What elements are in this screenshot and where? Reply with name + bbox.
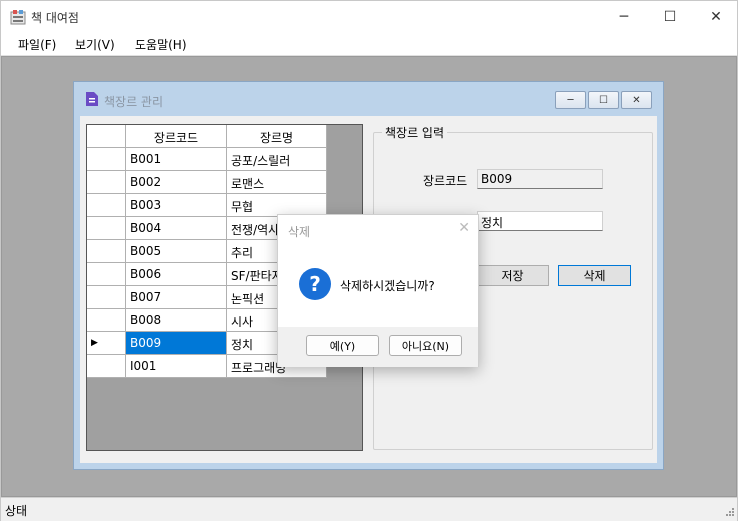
row-header-cell[interactable] bbox=[87, 171, 126, 194]
maximize-icon: ☐ bbox=[663, 8, 677, 25]
close-button[interactable]: ✕ bbox=[693, 1, 738, 32]
row-header-cell[interactable] bbox=[87, 194, 126, 217]
status-text: 상태 bbox=[5, 504, 28, 518]
cell-code[interactable]: B008 bbox=[126, 309, 227, 332]
yes-button[interactable]: 예(Y) bbox=[306, 335, 379, 356]
column-header-code[interactable]: 장르코드 bbox=[126, 125, 227, 148]
row-header-cell[interactable] bbox=[87, 355, 126, 378]
menu-help[interactable]: 도움말(H) bbox=[135, 36, 187, 53]
restore-icon: ☐ bbox=[599, 94, 608, 106]
code-field[interactable]: B009 bbox=[477, 169, 603, 189]
row-header-cell[interactable]: ▶ bbox=[87, 332, 126, 355]
row-header-cell[interactable] bbox=[87, 286, 126, 309]
child-window-title: 책장르 관리 bbox=[104, 95, 164, 109]
dialog-close-icon[interactable]: ✕ bbox=[458, 220, 470, 236]
question-icon: ? bbox=[299, 268, 331, 300]
cell-code[interactable]: B009 bbox=[126, 332, 227, 355]
cell-code[interactable]: I001 bbox=[126, 355, 227, 378]
child-restore-button[interactable]: ☐ bbox=[588, 91, 619, 109]
maximize-button[interactable]: ☐ bbox=[647, 1, 693, 32]
cell-code[interactable]: B002 bbox=[126, 171, 227, 194]
cell-code[interactable]: B001 bbox=[126, 148, 227, 171]
dialog-title: 삭제 bbox=[288, 225, 311, 239]
menu-view[interactable]: 보기(V) bbox=[75, 36, 115, 53]
dialog-message: 삭제하시겠습니까? bbox=[340, 279, 435, 293]
save-button[interactable]: 저장 bbox=[476, 265, 549, 286]
minimize-icon: ─ bbox=[619, 8, 629, 25]
cell-code[interactable]: B006 bbox=[126, 263, 227, 286]
close-icon: ✕ bbox=[710, 8, 722, 25]
cell-name[interactable]: 로맨스 bbox=[227, 171, 327, 194]
minimize-icon: ─ bbox=[567, 94, 574, 106]
no-button[interactable]: 아니요(N) bbox=[389, 335, 462, 356]
row-header-cell[interactable] bbox=[87, 309, 126, 332]
code-label: 장르코드 bbox=[423, 174, 468, 188]
cell-code[interactable]: B005 bbox=[126, 240, 227, 263]
cell-code[interactable]: B007 bbox=[126, 286, 227, 309]
row-header-cell[interactable] bbox=[87, 148, 126, 171]
column-header-name[interactable]: 장르명 bbox=[227, 125, 327, 148]
name-field[interactable]: 정치 bbox=[477, 211, 603, 231]
row-header-cell[interactable] bbox=[87, 263, 126, 286]
cell-code[interactable]: B004 bbox=[126, 217, 227, 240]
minimize-button[interactable]: ─ bbox=[601, 1, 647, 32]
dialog-footer: 예(Y) 아니요(N) bbox=[278, 327, 478, 367]
group-title: 책장르 입력 bbox=[382, 124, 448, 141]
menu-bar: 파일(F) 보기(V) 도움말(H) bbox=[1, 32, 737, 56]
cell-code[interactable]: B003 bbox=[126, 194, 227, 217]
menu-file[interactable]: 파일(F) bbox=[18, 36, 56, 53]
cell-name[interactable]: 공포/스릴러 bbox=[227, 148, 327, 171]
status-bar: 상태 bbox=[1, 497, 737, 521]
grid-corner-cell[interactable] bbox=[87, 125, 126, 148]
child-minimize-button[interactable]: ─ bbox=[555, 91, 586, 109]
delete-button[interactable]: 삭제 bbox=[558, 265, 631, 286]
window-title: 책 대여점 bbox=[31, 11, 79, 25]
title-bar: 책 대여점 ─ ☐ ✕ bbox=[1, 1, 737, 32]
confirm-dialog: 삭제 ✕ ? 삭제하시겠습니까? 예(Y) 아니요(N) bbox=[277, 214, 479, 367]
resize-grip-icon[interactable] bbox=[724, 508, 734, 518]
row-header-cell[interactable] bbox=[87, 240, 126, 263]
app-icon bbox=[10, 10, 26, 25]
form-icon bbox=[86, 92, 98, 106]
row-header-cell[interactable] bbox=[87, 217, 126, 240]
child-close-button[interactable]: ✕ bbox=[621, 91, 652, 109]
close-icon: ✕ bbox=[632, 94, 641, 106]
